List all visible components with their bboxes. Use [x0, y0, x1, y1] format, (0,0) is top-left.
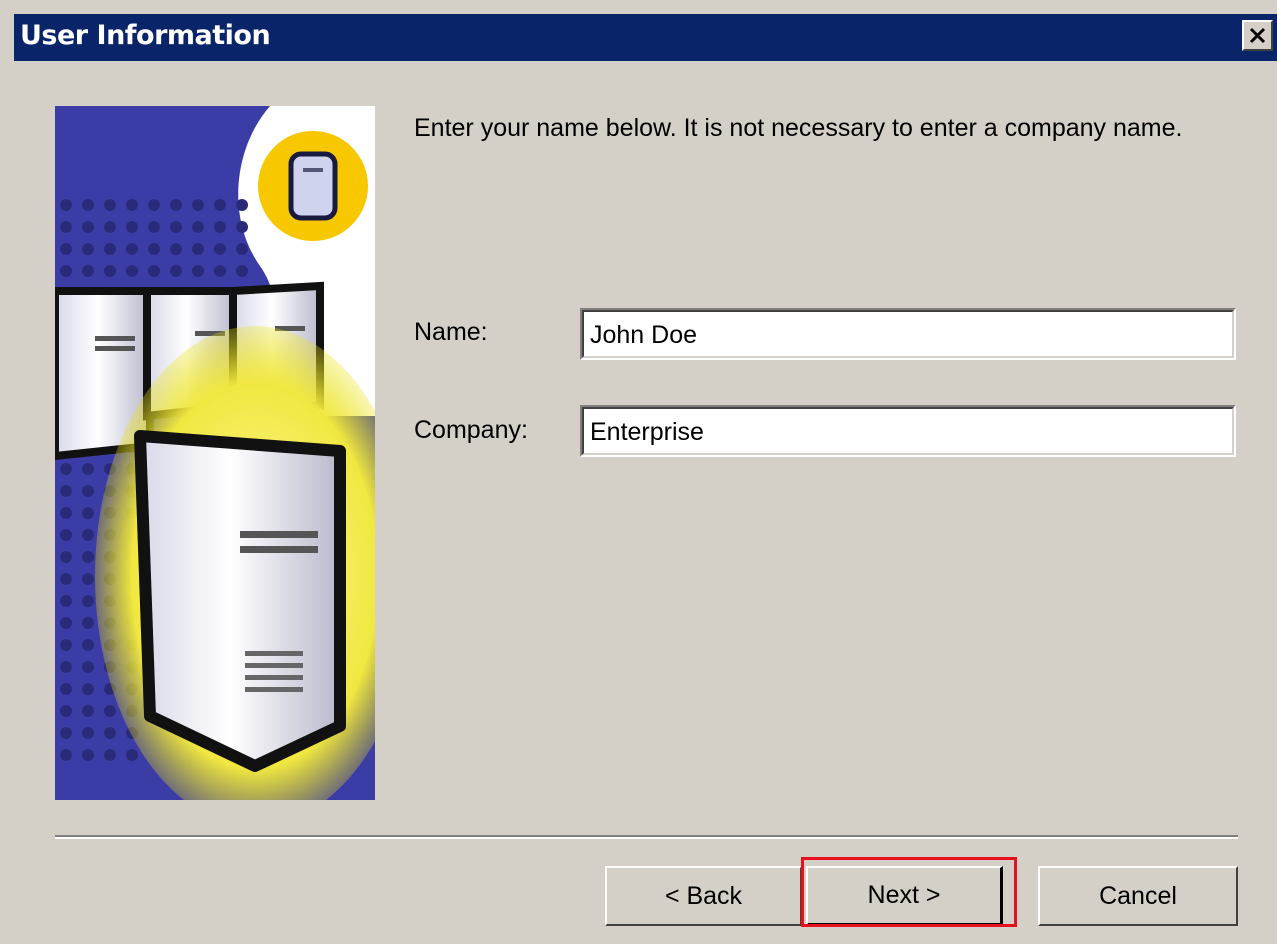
name-label: Name:	[414, 318, 488, 346]
name-input[interactable]	[588, 316, 1212, 354]
user-information-dialog: User Information Enter your name below. …	[0, 0, 1277, 944]
company-field-frame[interactable]	[580, 405, 1236, 457]
separator	[55, 835, 1238, 839]
company-input[interactable]	[588, 413, 1212, 451]
server-illustration	[55, 106, 375, 800]
back-button[interactable]: < Back	[605, 866, 802, 926]
dialog-title: User Information	[20, 20, 271, 51]
name-field-frame[interactable]	[580, 308, 1236, 360]
instruction-text: Enter your name below. It is not necessa…	[414, 114, 1183, 142]
next-button-highlight	[801, 857, 1017, 927]
cancel-button[interactable]: Cancel	[1038, 866, 1238, 926]
company-label: Company:	[414, 416, 528, 444]
close-icon	[1249, 27, 1266, 44]
title-bar[interactable]: User Information	[14, 14, 1277, 61]
close-button[interactable]	[1242, 20, 1273, 51]
